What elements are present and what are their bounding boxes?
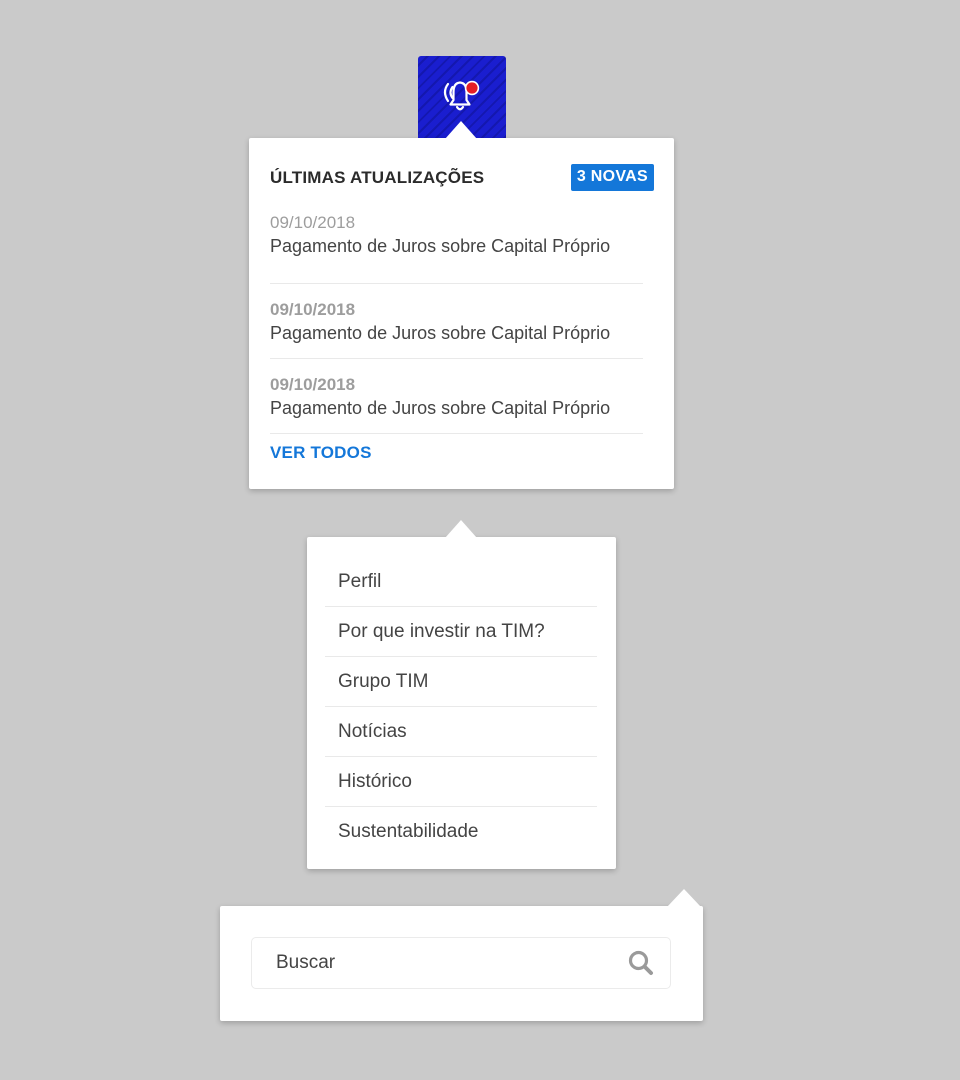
navigation-menu-popover: Perfil Por que investir na TIM? Grupo TI… bbox=[307, 520, 616, 869]
see-all-link[interactable]: VER TODOS bbox=[270, 443, 372, 463]
notification-date: 09/10/2018 bbox=[270, 300, 356, 319]
notification-text: Pagamento de Juros sobre Capital Próprio bbox=[270, 236, 611, 256]
notification-text: Pagamento de Juros sobre Capital Próprio bbox=[270, 323, 611, 343]
notification-text: Pagamento de Juros sobre Capital Próprio bbox=[270, 398, 611, 418]
menu-item-sustentabilidade[interactable]: Sustentabilidade bbox=[325, 807, 597, 857]
ringing-bell-icon bbox=[443, 80, 480, 111]
unread-dot bbox=[466, 82, 478, 94]
notification-item[interactable]: 09/10/2018 Pagamento de Juros sobre Capi… bbox=[270, 284, 643, 359]
notifications-list: 09/10/2018 Pagamento de Juros sobre Capi… bbox=[270, 210, 643, 434]
notification-date: 09/10/2018 bbox=[270, 213, 356, 232]
notification-item[interactable]: 09/10/2018 Pagamento de Juros sobre Capi… bbox=[270, 359, 643, 434]
search-input[interactable] bbox=[252, 938, 636, 988]
popover-arrow bbox=[445, 520, 477, 538]
popover-arrow bbox=[667, 889, 701, 907]
navigation-menu: Perfil Por que investir na TIM? Grupo TI… bbox=[325, 557, 597, 857]
search-box bbox=[251, 937, 671, 989]
notification-date: 09/10/2018 bbox=[270, 375, 356, 394]
notifications-popover: ÚLTIMAS ATUALIZAÇÕES 3 NOVAS 09/10/2018 … bbox=[249, 121, 674, 489]
notifications-header: ÚLTIMAS ATUALIZAÇÕES 3 NOVAS bbox=[270, 164, 654, 194]
menu-item-noticias[interactable]: Notícias bbox=[325, 707, 597, 757]
menu-item-perfil[interactable]: Perfil bbox=[325, 557, 597, 607]
notification-item[interactable]: 09/10/2018 Pagamento de Juros sobre Capi… bbox=[270, 210, 643, 284]
page-canvas: ÚLTIMAS ATUALIZAÇÕES 3 NOVAS 09/10/2018 … bbox=[0, 0, 960, 1080]
search-popover bbox=[220, 889, 703, 1021]
new-count-badge: 3 NOVAS bbox=[570, 164, 654, 191]
popover-arrow bbox=[445, 121, 477, 139]
menu-item-historico[interactable]: Histórico bbox=[325, 757, 597, 807]
notifications-title: ÚLTIMAS ATUALIZAÇÕES bbox=[270, 168, 485, 187]
search-icon[interactable] bbox=[628, 950, 654, 976]
menu-item-por-que-investir[interactable]: Por que investir na TIM? bbox=[325, 607, 597, 657]
menu-item-grupo-tim[interactable]: Grupo TIM bbox=[325, 657, 597, 707]
